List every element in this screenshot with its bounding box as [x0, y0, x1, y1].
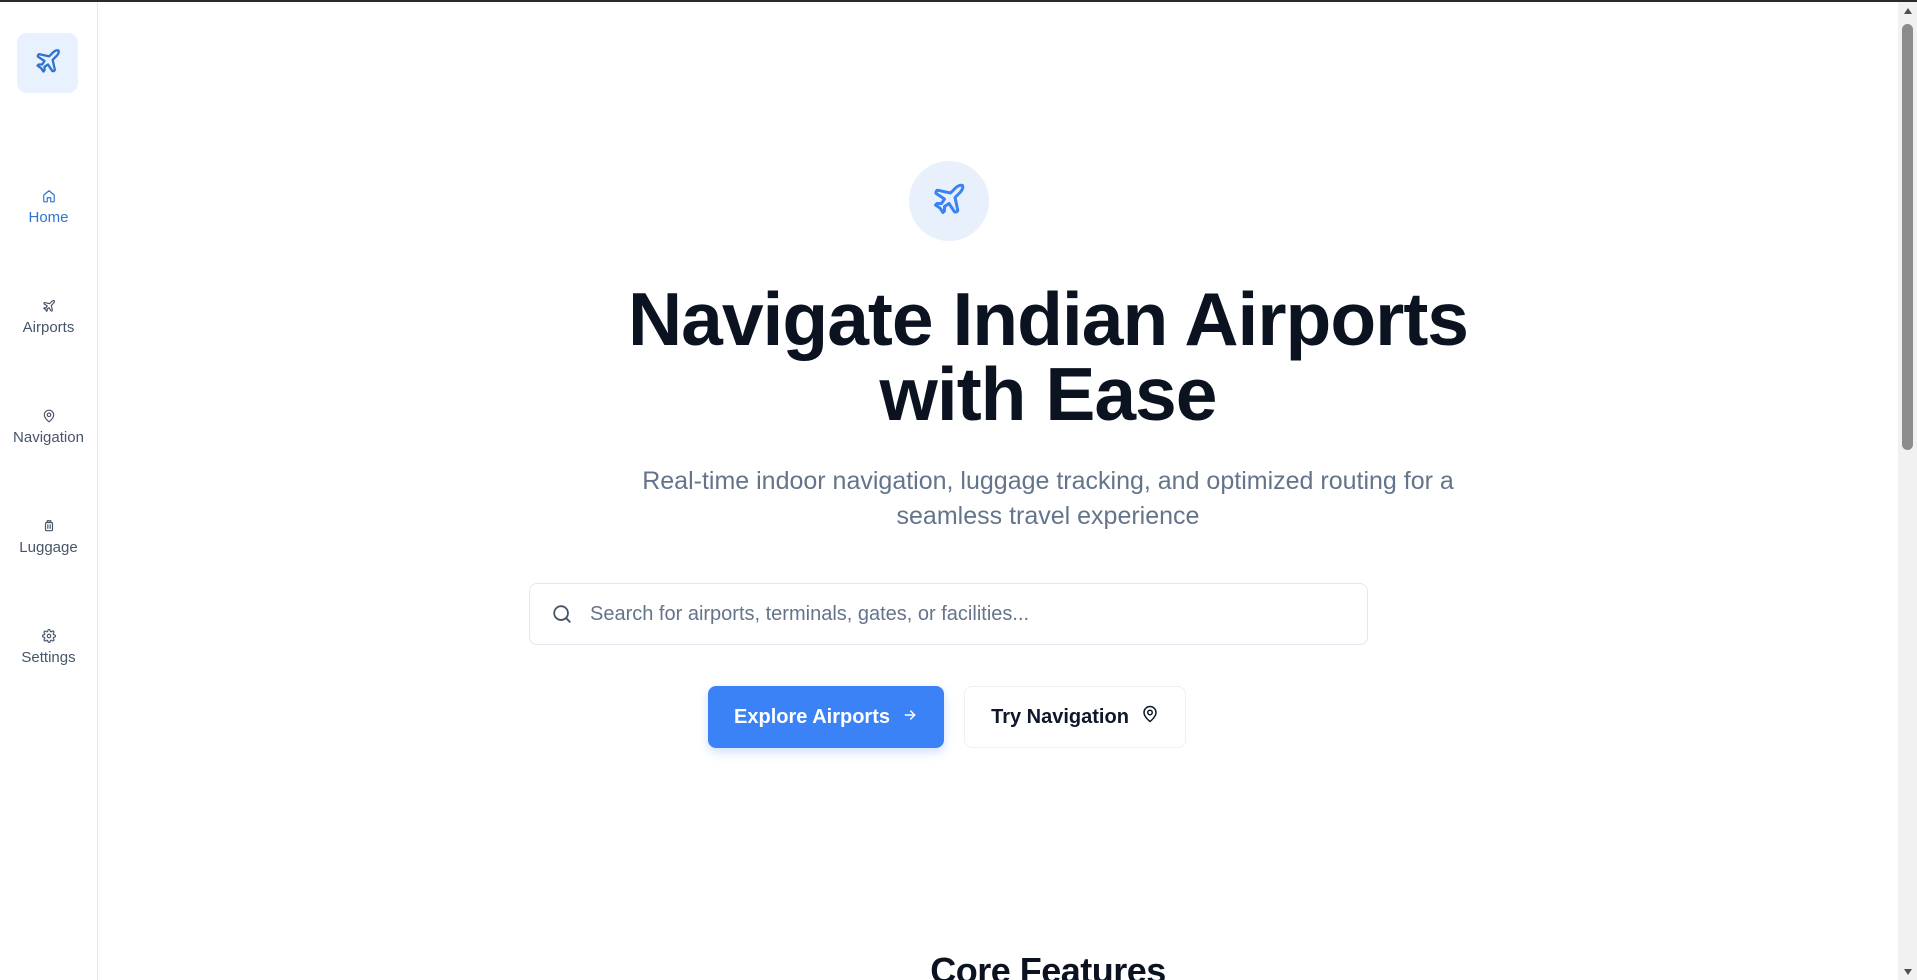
search-input[interactable] — [590, 602, 1350, 626]
sidebar-item-label: Settings — [21, 648, 76, 666]
map-pin-icon — [42, 409, 56, 423]
gear-icon — [41, 628, 56, 643]
scroll-down-arrow-icon[interactable] — [1898, 963, 1917, 980]
sidebar: Home Airports Navigation Luggage Setting… — [0, 2, 98, 980]
plane-icon — [42, 299, 56, 313]
vertical-scrollbar[interactable] — [1898, 2, 1917, 980]
hero-title-line-1: Navigate Indian Airports — [627, 277, 1469, 361]
explore-airports-label: Explore Airports — [734, 705, 890, 728]
hero-title-line-2: with Ease — [879, 352, 1218, 436]
scroll-up-arrow-icon[interactable] — [1898, 2, 1917, 19]
sidebar-item-label: Navigation — [13, 428, 84, 446]
sidebar-item-label: Home — [28, 208, 69, 226]
hero-icon-badge — [909, 161, 989, 241]
sidebar-item-label: Airports — [22, 318, 75, 336]
search-icon — [550, 602, 574, 626]
sidebar-item-settings[interactable]: Settings — [0, 617, 97, 677]
sidebar-item-label: Luggage — [19, 538, 78, 556]
hero-subtitle-line-2: seamless travel experience — [896, 502, 1200, 530]
hero-subtitle: Real-time indoor navigation, luggage tra… — [528, 464, 1568, 534]
hero-subtitle-line-1: Real-time indoor navigation, luggage tra… — [642, 467, 1454, 495]
plane-icon — [34, 47, 62, 80]
try-navigation-button[interactable]: Try Navigation — [964, 686, 1186, 748]
try-navigation-label: Try Navigation — [991, 705, 1129, 728]
arrow-right-icon — [902, 706, 918, 729]
sidebar-item-airports[interactable]: Airports — [0, 287, 97, 347]
luggage-icon — [42, 519, 56, 533]
sidebar-item-luggage[interactable]: Luggage — [0, 507, 97, 567]
search-bar[interactable] — [529, 583, 1368, 645]
app-logo[interactable] — [17, 33, 78, 93]
explore-airports-button[interactable]: Explore Airports — [708, 686, 944, 748]
main-content: Navigate Indian Airports with Ease Real-… — [98, 2, 1898, 980]
map-pin-icon — [1141, 705, 1159, 729]
scrollbar-thumb[interactable] — [1902, 24, 1913, 450]
sidebar-item-navigation[interactable]: Navigation — [0, 397, 97, 457]
core-features-title: Core Features — [930, 950, 1166, 980]
hero-title: Navigate Indian Airports with Ease — [498, 282, 1598, 432]
sidebar-item-home[interactable]: Home — [0, 177, 97, 237]
home-icon — [42, 189, 56, 203]
plane-icon — [931, 181, 967, 222]
